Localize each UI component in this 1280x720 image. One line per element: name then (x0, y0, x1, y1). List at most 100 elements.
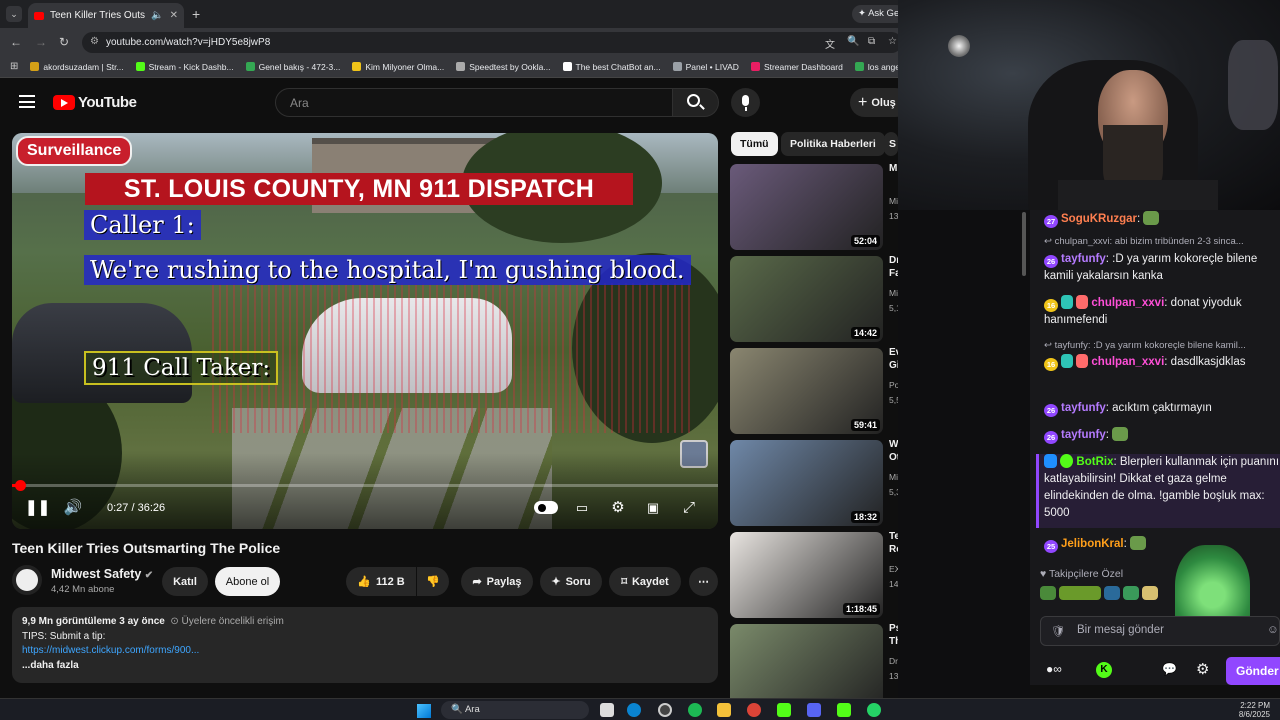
whatsapp-icon[interactable] (867, 703, 881, 717)
call-taker-label: 911 Call Taker: (84, 351, 279, 385)
chat-username[interactable]: chulpan_xxvi (1091, 356, 1164, 368)
recommended-video[interactable]: 59:41 Evil Teens KILL 20yo Girl For Fun … (730, 347, 1011, 434)
autoplay-toggle[interactable] (534, 501, 558, 514)
bookmark-item[interactable]: akordsuzadam | Str... (30, 62, 124, 72)
ask-button[interactable]: ✦ Soru (540, 567, 602, 596)
chip-more[interactable]: S (884, 132, 898, 156)
bookmark-item[interactable]: los angeles - (854, 62, 898, 72)
channel-name[interactable]: Midwest Safety ✔ (51, 567, 153, 581)
bookmark-item[interactable]: The best ChatBot an... (562, 62, 661, 72)
channel-avatar[interactable] (12, 565, 42, 595)
bookmark-item[interactable]: Genel bakış - 472-3... (245, 62, 340, 72)
pause-icon[interactable]: ❚❚ (25, 497, 50, 519)
settings-icon[interactable]: ⚙ (607, 497, 629, 519)
chat-message-input[interactable]: 🛡 Bir mesaj gönder ☺ (1040, 616, 1280, 646)
search-input[interactable]: Ara (275, 88, 673, 117)
chip-all[interactable]: Tümü (731, 132, 778, 156)
show-more-button[interactable]: ...daha fazla (22, 659, 708, 674)
volume-icon[interactable]: 🔊 (62, 497, 84, 519)
file-explorer-icon[interactable] (717, 703, 731, 717)
search-button[interactable] (673, 88, 719, 117)
video-thumbnail[interactable]: 52:04 (730, 164, 883, 250)
description-box[interactable]: 9,9 Mn görüntüleme 3 ay önce ⊙ Üyelere ö… (12, 607, 718, 683)
chrome-icon[interactable] (747, 703, 761, 717)
back-icon[interactable]: ← (10, 35, 22, 49)
fullscreen-icon[interactable]: ⤢ (678, 497, 700, 519)
chip-politics[interactable]: Politika Haberleri (781, 132, 885, 156)
bookmark-item[interactable]: Kim Milyoner Olma... (352, 62, 444, 72)
channel-points-icon[interactable]: ●∞ (1046, 662, 1062, 676)
taskbar-clock[interactable]: 2:22 PM 8/6/2025 (1232, 701, 1270, 719)
chat-bubble-icon[interactable]: 💬 (1162, 662, 1177, 676)
description-link[interactable]: https://midwest.clickup.com/forms/900... (22, 644, 708, 659)
kick-app-icon[interactable] (837, 703, 851, 717)
translate-icon[interactable]: 文 (825, 36, 835, 51)
emote-icon[interactable] (1123, 586, 1139, 600)
youtube-logo[interactable]: YouTube (53, 94, 137, 111)
join-button[interactable]: Katıl (162, 567, 208, 596)
edge-icon[interactable] (627, 703, 641, 717)
chat-username[interactable]: tayfunfy (1061, 429, 1106, 441)
obs-icon[interactable] (658, 703, 672, 717)
kick-app-icon[interactable] (777, 703, 791, 717)
progress-bar[interactable] (12, 484, 718, 487)
video-thumbnail[interactable]: 1:18:45 (730, 532, 883, 618)
browser-tab-active[interactable]: Teen Killer Tries Outsmarting 🔈 ✕ (28, 3, 184, 28)
spotify-icon[interactable] (688, 703, 702, 717)
emote-icon[interactable] (1104, 586, 1120, 600)
chat-username[interactable]: tayfunfy (1061, 402, 1106, 414)
bookmark-item[interactable]: Speedtest by Ookla... (456, 62, 551, 72)
video-thumbnail[interactable]: 59:41 (730, 348, 883, 434)
address-input[interactable]: ⚙ youtube.com/watch?v=jHDY5e8jwP8 (82, 32, 902, 53)
chat-username[interactable]: BotRix (1076, 456, 1113, 468)
zoom-icon[interactable]: 🔍 (847, 36, 859, 47)
install-icon[interactable]: ⧉ (868, 36, 875, 47)
captions-icon[interactable]: ▭ (571, 497, 593, 519)
emoji-icon[interactable]: ☺ (1267, 624, 1279, 636)
emote-icon[interactable] (1142, 586, 1158, 600)
tab-list-icon[interactable]: ⌄ (6, 6, 22, 22)
discord-icon[interactable] (807, 703, 821, 717)
new-tab-icon[interactable]: + (192, 6, 200, 22)
share-button[interactable]: ➦ Paylaş (461, 567, 533, 596)
menu-icon[interactable] (19, 95, 35, 108)
dislike-button[interactable]: 👎 (417, 567, 449, 596)
bookmark-star-icon[interactable]: ☆ (888, 36, 897, 47)
video-player[interactable]: Surveillance ST. LOUIS COUNTY, MN 911 DI… (12, 133, 718, 529)
tab-audio-icon[interactable]: 🔈 (151, 10, 163, 21)
recommended-video[interactable]: 52:04 M In Mi ✔ 13 Mn görüntüleme • 1 yı… (730, 163, 1011, 250)
theater-icon[interactable]: ▣ (642, 497, 664, 519)
bookmark-item[interactable]: Panel • LIVAD (672, 62, 739, 72)
windows-start-icon[interactable] (417, 704, 431, 718)
tab-close-icon[interactable]: ✕ (170, 10, 178, 21)
chat-scrollbar[interactable] (1022, 212, 1026, 276)
save-button[interactable]: ⌑ Kaydet (609, 567, 681, 596)
apps-grid-icon[interactable]: ⊞ (10, 61, 18, 72)
emote-icon[interactable] (1059, 586, 1101, 600)
voice-search-button[interactable] (731, 88, 760, 117)
bookmark-item[interactable]: Stream - Kick Dashb... (135, 62, 234, 72)
emote-icon[interactable] (1040, 586, 1056, 600)
site-info-icon[interactable]: ⚙ (90, 36, 99, 47)
recommended-video[interactable]: 18:32 Women Betray Each Other After $3M … (730, 439, 1011, 526)
taskbar-search[interactable]: 🔍 Ara (441, 701, 589, 719)
more-actions-button[interactable]: ⋯ (689, 567, 718, 596)
reload-icon[interactable]: ↻ (59, 35, 69, 49)
chat-username[interactable]: tayfunfy (1061, 253, 1106, 265)
recommended-video[interactable]: 1:18:45 Teen Mass Shooter Realizes He's … (730, 531, 1011, 618)
subscribe-button[interactable]: Abone ol (215, 567, 280, 596)
forward-icon[interactable]: → (35, 35, 47, 49)
chat-username[interactable]: chulpan_xxvi (1091, 297, 1164, 309)
chat-username[interactable]: SoguKRuzgar (1061, 213, 1137, 225)
kick-logo-icon[interactable]: K (1096, 662, 1112, 678)
video-thumbnail[interactable]: 14:42 (730, 256, 883, 342)
video-thumbnail[interactable]: 18:32 (730, 440, 883, 526)
chat-username[interactable]: JelibonKral (1061, 538, 1124, 550)
recommended-video[interactable]: 14:42 Driver Says "Brakes Failed" in 118… (730, 255, 1011, 342)
emote-bar[interactable] (1040, 586, 1170, 608)
send-button[interactable]: Gönder (1226, 657, 1280, 685)
bookmark-item[interactable]: Streamer Dashboard (750, 62, 843, 72)
task-view-icon[interactable] (600, 703, 614, 717)
chat-settings-icon[interactable]: ⚙ (1196, 660, 1209, 678)
like-button[interactable]: 👍 112 B (346, 567, 416, 596)
